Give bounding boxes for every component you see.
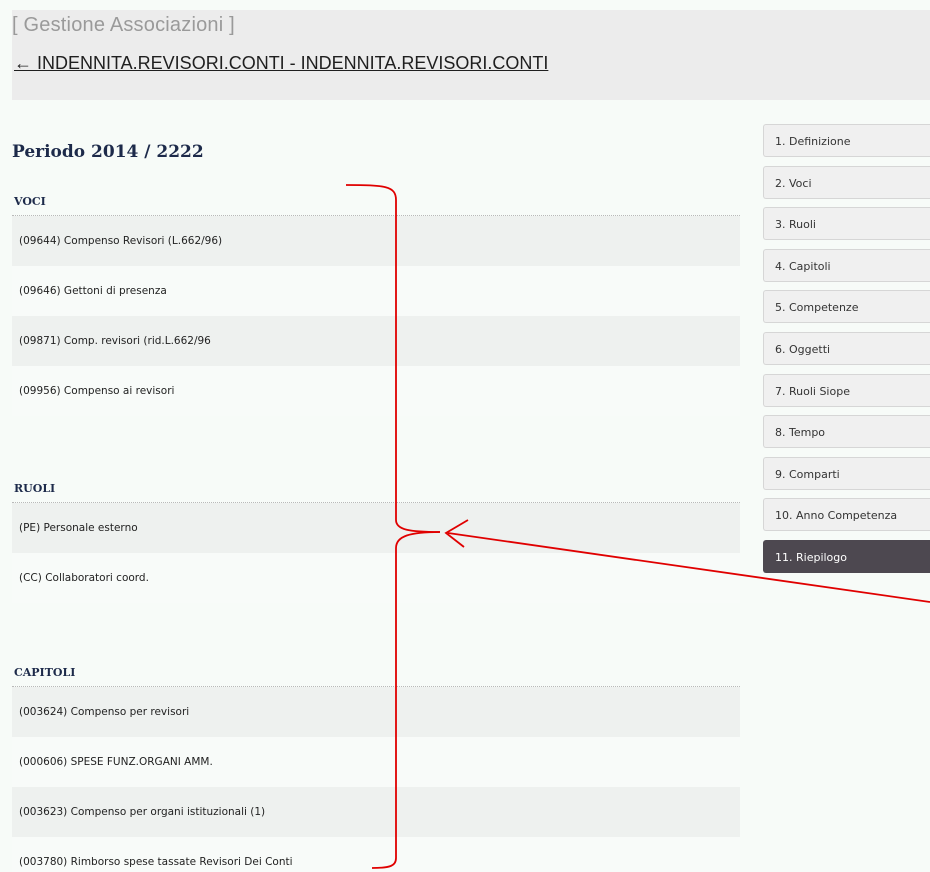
step-ruoli-siope[interactable]: 7. Ruoli Siope [763,373,930,407]
section-ruoli: RUOLI (PE) Personale esterno (CC) Collab… [12,467,740,603]
section-title-capitoli: CAPITOLI [12,651,740,687]
period-title: Periodo 2014 / 2222 [12,142,204,162]
step-tempo[interactable]: 8. Tempo [763,415,930,449]
list-item: (000606) SPESE FUNZ.ORGANI AMM. [12,737,740,787]
list-item: (003623) Compenso per organi istituziona… [12,787,740,837]
section-voci: VOCI (09644) Compenso Revisori (L.662/96… [12,180,740,416]
section-title-voci: VOCI [12,180,740,216]
step-anno-competenza[interactable]: 10. Anno Competenza [763,498,930,532]
section-capitoli: CAPITOLI (003624) Compenso per revisori … [12,651,740,872]
step-ruoli[interactable]: 3. Ruoli [763,207,930,241]
step-comparti[interactable]: 9. Comparti [763,456,930,490]
list-item: (09871) Comp. revisori (rid.L.662/96 [12,316,740,366]
list-item: (CC) Collaboratori coord. [12,553,740,603]
list-item: (003624) Compenso per revisori [12,687,740,737]
wizard-steps: 1. Definizione 2. Voci 3. Ruoli 4. Capit… [763,124,930,582]
step-definizione[interactable]: 1. Definizione [763,124,930,157]
section-title-ruoli: RUOLI [12,467,740,503]
step-capitoli[interactable]: 4. Capitoli [763,248,930,282]
header-bar: [ Gestione Associazioni ] ← INDENNITA.RE… [12,10,930,100]
step-voci[interactable]: 2. Voci [763,165,930,199]
step-riepilogo[interactable]: 11. Riepilogo [763,539,930,573]
app-title: [ Gestione Associazioni ] [12,14,235,36]
list-item: (09956) Compenso ai revisori [12,366,740,416]
list-item: (09644) Compenso Revisori (L.662/96) [12,216,740,266]
list-item: (PE) Personale esterno [12,503,740,553]
list-item: (003780) Rimborso spese tassate Revisori… [12,837,740,872]
step-oggetti[interactable]: 6. Oggetti [763,331,930,365]
list-item: (09646) Gettoni di presenza [12,266,740,316]
back-link[interactable]: ← INDENNITA.REVISORI.CONTI - INDENNITA.R… [14,53,548,74]
step-competenze[interactable]: 5. Competenze [763,290,930,324]
